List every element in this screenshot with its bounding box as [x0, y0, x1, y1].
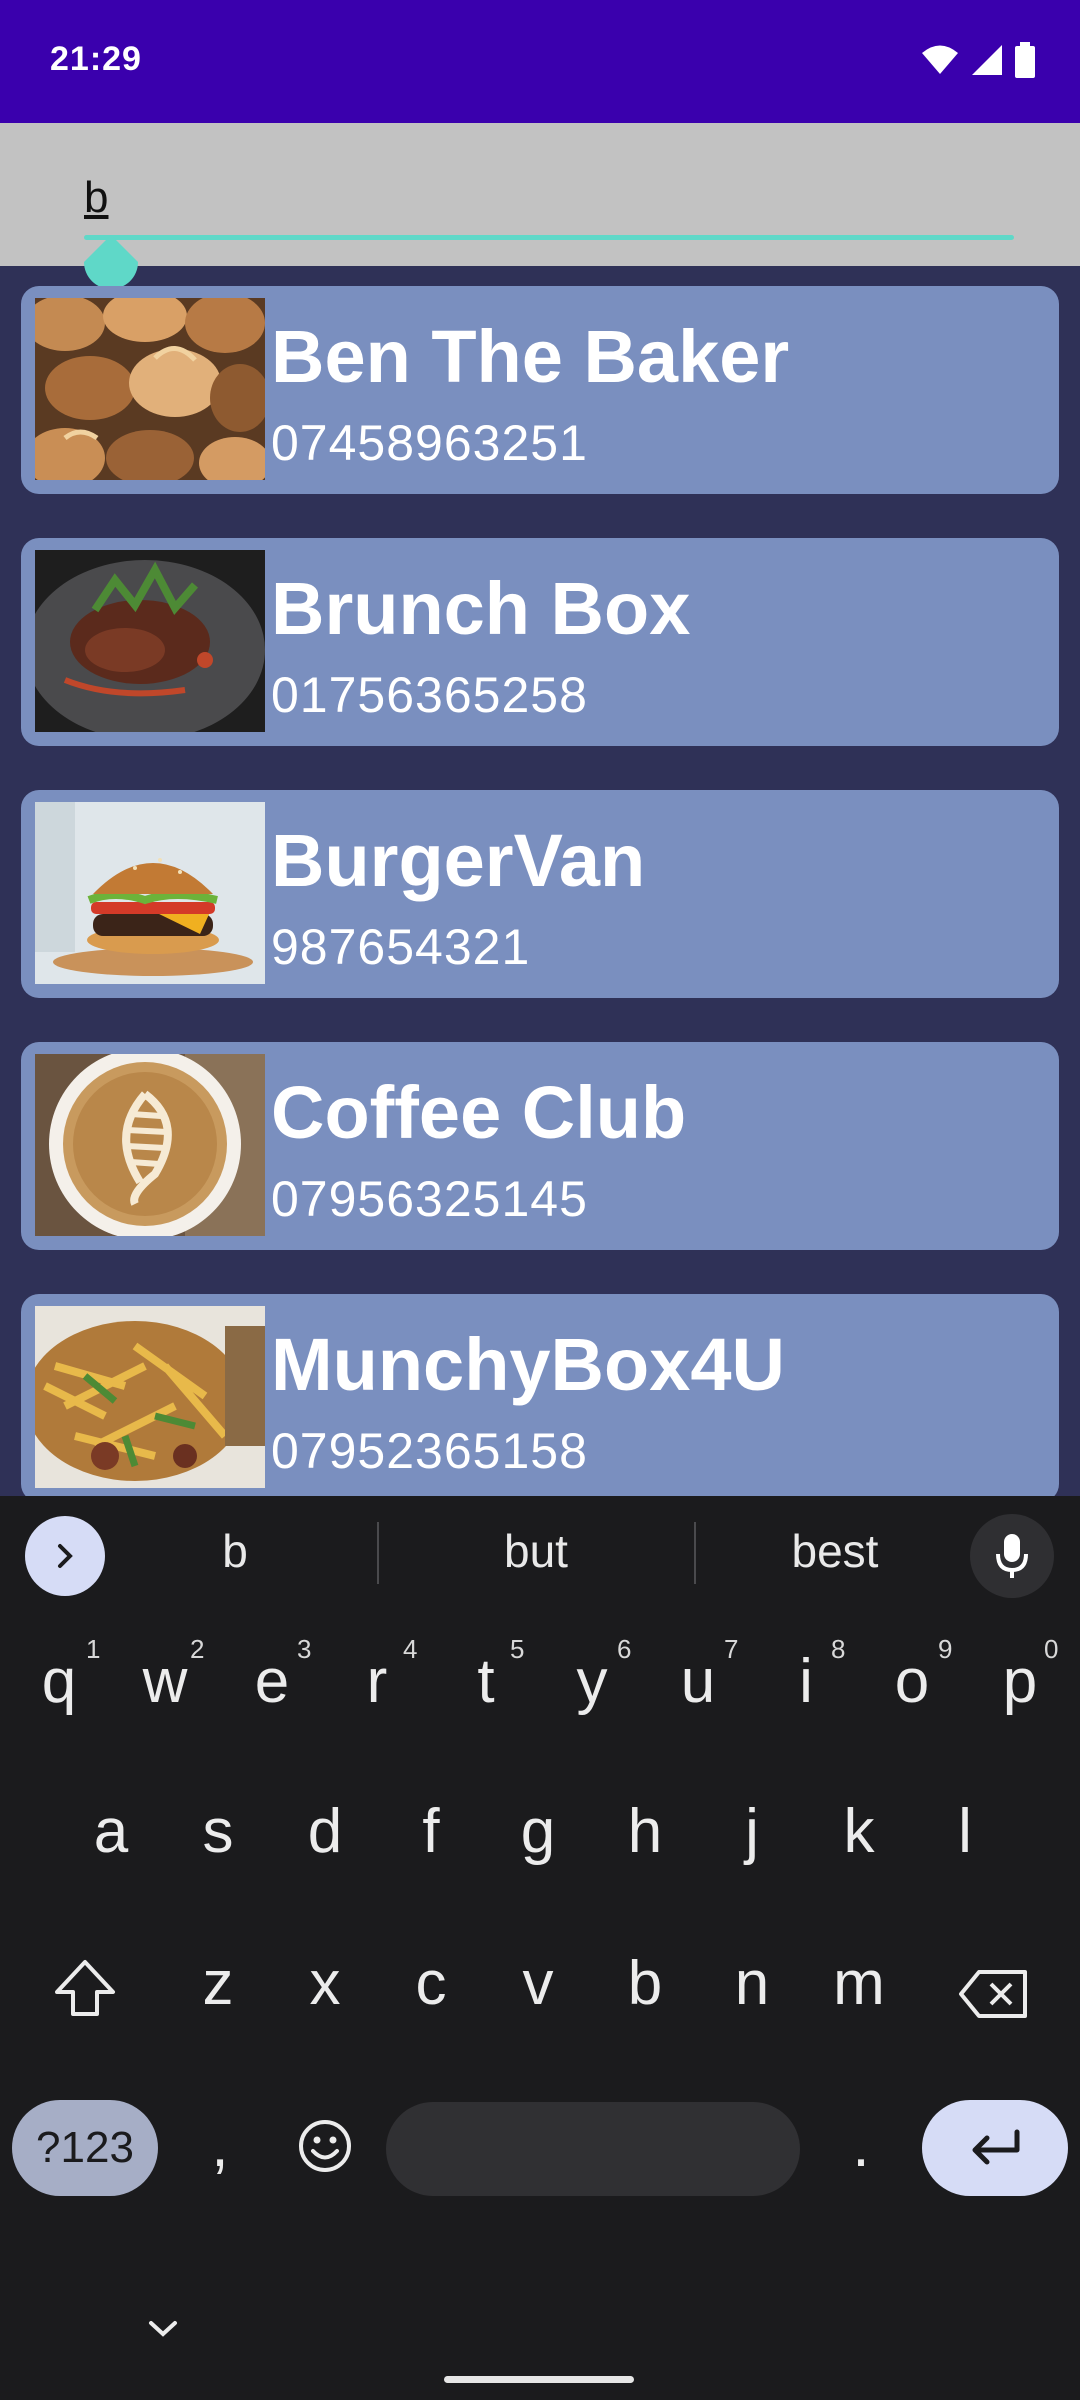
key-hint: 5	[510, 1634, 525, 1664]
suggestion-bar: b but best	[0, 1496, 1080, 1611]
key-k[interactable]: k	[809, 1796, 909, 1867]
key-hint: 3	[297, 1634, 312, 1664]
emoji-icon	[299, 2120, 351, 2172]
shift-icon	[55, 1960, 115, 2016]
battery-icon	[1015, 42, 1035, 78]
gesture-nav-handle[interactable]	[444, 2376, 634, 2383]
list-item[interactable]: MunchyBox4U 07952365158	[21, 1294, 1059, 1496]
key-hint: 1	[86, 1634, 101, 1664]
space-bar[interactable]	[386, 2102, 800, 2196]
key-m[interactable]: m	[809, 1948, 909, 2019]
bread-photo	[35, 298, 265, 480]
vendor-list[interactable]: Ben The Baker 07458963251 Brunch Box 017…	[0, 266, 1080, 1496]
suggestion-divider	[694, 1522, 696, 1584]
key-hint: 6	[617, 1634, 632, 1664]
signal-icon	[972, 45, 1002, 75]
fries-box-photo	[35, 1306, 265, 1488]
vendor-phone: 07956325145	[271, 1171, 588, 1227]
key-z[interactable]: z	[168, 1948, 268, 2019]
list-item[interactable]: Coffee Club 07956325145	[21, 1042, 1059, 1250]
list-item[interactable]: Ben The Baker 07458963251	[21, 286, 1059, 494]
status-time: 21:29	[50, 40, 142, 78]
vendor-name: BurgerVan	[271, 819, 646, 902]
vendor-phone: 01756365258	[271, 667, 588, 723]
symbols-key[interactable]: ?123	[12, 2100, 158, 2196]
vendor-name: Ben The Baker	[271, 315, 790, 398]
status-bar: 21:29	[0, 0, 1080, 123]
suggestion-3[interactable]: best	[735, 1524, 935, 1578]
key-hint: 9	[938, 1634, 953, 1664]
search-input-underline	[84, 235, 1014, 240]
key-g[interactable]: g	[488, 1796, 588, 1867]
suggestion-divider	[377, 1522, 379, 1584]
microphone-icon	[996, 1534, 1028, 1578]
key-n[interactable]: n	[702, 1948, 802, 2019]
key-j[interactable]: j	[702, 1796, 802, 1867]
enter-icon	[972, 2129, 1020, 2165]
key-x[interactable]: x	[275, 1948, 375, 2019]
vendor-name: MunchyBox4U	[271, 1323, 785, 1406]
status-icons	[920, 42, 1036, 78]
key-a[interactable]: a	[61, 1796, 161, 1867]
key-v[interactable]: v	[488, 1948, 588, 2019]
key-c[interactable]: c	[381, 1948, 481, 2019]
backspace-key[interactable]	[943, 1964, 1043, 2035]
vendor-phone: 07952365158	[271, 1423, 588, 1479]
hide-keyboard-icon[interactable]	[146, 2318, 180, 2340]
vendor-name: Coffee Club	[271, 1071, 687, 1154]
shift-key[interactable]	[35, 1958, 135, 2033]
list-item[interactable]: BurgerVan 987654321	[21, 790, 1059, 998]
burger-photo	[35, 802, 265, 984]
steak-plate-photo	[35, 550, 265, 732]
soft-keyboard: b but best q 1 w 2 e 3 r 4 t 5 y 6 u 7 i…	[0, 1496, 1080, 2400]
key-hint: 0	[1044, 1634, 1059, 1664]
key-comma[interactable]: ,	[170, 2110, 270, 2181]
vendor-phone: 07458963251	[271, 415, 588, 471]
key-b[interactable]: b	[595, 1948, 695, 2019]
key-f[interactable]: f	[381, 1796, 481, 1867]
emoji-key[interactable]	[275, 2118, 375, 2189]
key-hint: 8	[831, 1634, 846, 1664]
chevron-right-icon	[58, 1544, 73, 1568]
key-s[interactable]: s	[168, 1796, 268, 1867]
search-input[interactable]: b	[84, 173, 108, 223]
key-d[interactable]: d	[275, 1796, 375, 1867]
key-hint: 2	[190, 1634, 205, 1664]
key-period[interactable]: .	[811, 2110, 911, 2181]
enter-key[interactable]	[922, 2100, 1068, 2196]
search-bar: b	[0, 123, 1080, 289]
key-hint: 7	[724, 1634, 739, 1664]
backspace-icon	[959, 1970, 1027, 2018]
vendor-phone: 987654321	[271, 919, 531, 975]
latte-photo	[35, 1054, 265, 1236]
suggestion-2[interactable]: but	[436, 1524, 636, 1578]
vendor-name: Brunch Box	[271, 567, 691, 650]
voice-input-button[interactable]	[970, 1514, 1054, 1598]
wifi-icon	[922, 45, 958, 74]
key-hint: 4	[403, 1634, 418, 1664]
key-l[interactable]: l	[915, 1796, 1015, 1867]
list-item[interactable]: Brunch Box 01756365258	[21, 538, 1059, 746]
key-h[interactable]: h	[595, 1796, 695, 1867]
suggestion-1[interactable]: b	[135, 1524, 335, 1578]
expand-toolbar-button[interactable]	[25, 1516, 105, 1596]
